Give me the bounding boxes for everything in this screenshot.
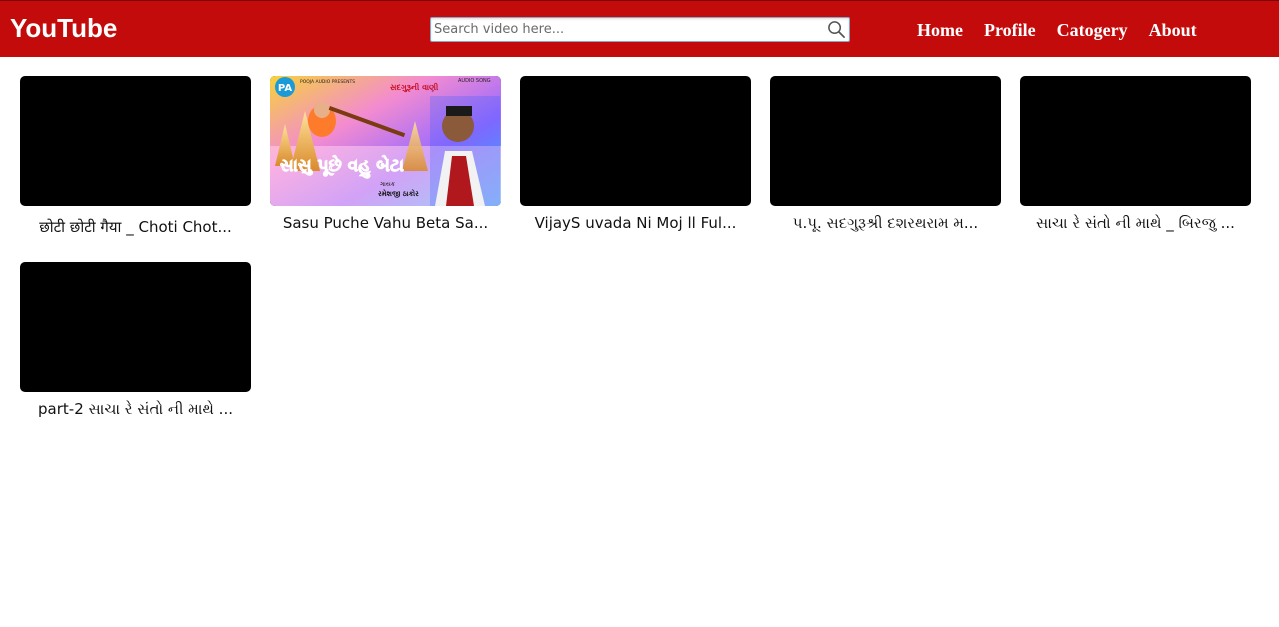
video-card[interactable]: પ.પૂ. સદગુરૂશ્રી દશરથરામ મ... [770, 76, 1001, 233]
thumbnail-singer-label: ગાયક [380, 181, 396, 188]
video-title[interactable]: Sasu Puche Vahu Beta Sa... [270, 213, 501, 233]
video-card[interactable]: VijayS uvada Ni Moj ll Ful... [520, 76, 751, 233]
video-thumbnail[interactable]: PA POOJA AUDIO PRESENTS સદગુરૂની વાણી AU… [270, 76, 501, 206]
nav-category[interactable]: Catogery [1057, 19, 1128, 41]
thumbnail-publisher: POOJA AUDIO PRESENTS [300, 79, 355, 85]
video-thumbnail[interactable] [520, 76, 751, 206]
thumbnail-big-text: સાસુ પૂછે વહુ બેટા [280, 154, 404, 179]
thumbnail-badge: PA [278, 83, 292, 94]
site-logo[interactable]: YouTube [10, 13, 117, 43]
thumbnail-heading: સદગુરૂની વાણી [390, 82, 439, 93]
video-thumbnail[interactable] [20, 262, 251, 392]
video-thumbnail[interactable] [1020, 76, 1251, 206]
thumbnail-artwork: PA POOJA AUDIO PRESENTS સદગુરૂની વાણી AU… [270, 76, 501, 206]
thumbnail-singer: રમેશજી ઠાકોર [378, 189, 419, 198]
thumbnail-tag: AUDIO SONG [458, 78, 491, 84]
nav-home[interactable]: Home [917, 19, 963, 41]
video-card[interactable]: छोटी छोटी गैया _ Choti Chot... [20, 76, 251, 237]
video-thumbnail[interactable] [770, 76, 1001, 206]
video-card[interactable]: PA POOJA AUDIO PRESENTS સદગુરૂની વાણી AU… [270, 76, 501, 233]
search-box [430, 17, 850, 42]
nav-about[interactable]: About [1149, 19, 1197, 41]
search-input[interactable] [431, 18, 824, 41]
main-nav: Home Profile Catogery About [917, 19, 1197, 41]
video-title[interactable]: પ.પૂ. સદગુરૂશ્રી દશરથરામ મ... [770, 213, 1001, 233]
video-card[interactable]: સાચા રે સંતો ની માથે _ બિરજુ ... [1020, 76, 1251, 233]
video-title[interactable]: VijayS uvada Ni Moj ll Ful... [520, 213, 751, 233]
header-bar: YouTube Home Profile Catogery About [0, 0, 1279, 57]
nav-profile[interactable]: Profile [984, 19, 1036, 41]
video-card[interactable]: part-2 સાચા રે સંતો ની માથે ... [20, 262, 251, 419]
search-icon[interactable] [827, 20, 846, 39]
video-title[interactable]: छोटी छोटी गैया _ Choti Chot... [20, 217, 251, 237]
video-thumbnail[interactable] [20, 76, 251, 206]
video-title[interactable]: સાચા રે સંતો ની માથે _ બિરજુ ... [1020, 213, 1251, 233]
video-title[interactable]: part-2 સાચા રે સંતો ની માથે ... [20, 399, 251, 419]
